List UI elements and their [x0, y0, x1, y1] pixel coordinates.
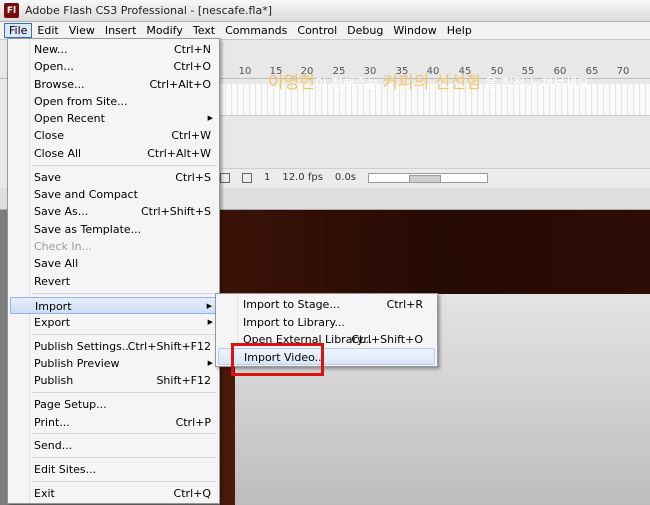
menu-item-close[interactable]: Close Ctrl+W — [10, 127, 217, 144]
menu-separator — [32, 293, 217, 294]
menu-item-save-as[interactable]: Save As... Ctrl+Shift+S — [10, 203, 217, 220]
menu-item-browse[interactable]: Browse... Ctrl+Alt+O — [10, 76, 217, 93]
window-title: Adobe Flash CS3 Professional - [nescafe.… — [25, 4, 272, 17]
submenu-arrow-icon: ▶ — [206, 302, 212, 310]
menu-insert[interactable]: Insert — [100, 23, 142, 38]
banner-text-2: 을 직접 느껴보세요 — [485, 77, 590, 92]
menu-text[interactable]: Text — [188, 23, 220, 38]
menu-separator — [32, 433, 217, 434]
menu-item-print[interactable]: Print... Ctrl+P — [10, 414, 217, 431]
menu-separator — [32, 165, 217, 166]
menu-separator — [32, 457, 217, 458]
menu-item-exit[interactable]: Exit Ctrl+Q — [10, 485, 217, 502]
menu-item-publish-settings[interactable]: Publish Settings... Ctrl+Shift+F12 — [10, 338, 217, 355]
menu-commands[interactable]: Commands — [220, 23, 292, 38]
menu-item-import-to-stage[interactable]: Import to Stage... Ctrl+R — [218, 296, 435, 313]
submenu-arrow-icon: ▶ — [207, 114, 213, 122]
menu-debug[interactable]: Debug — [342, 23, 388, 38]
menu-file[interactable]: File — [4, 23, 33, 38]
menu-item-revert[interactable]: Revert — [10, 273, 217, 290]
menu-item-save-all[interactable]: Save All — [10, 255, 217, 272]
menu-item-open[interactable]: Open... Ctrl+O — [10, 58, 217, 75]
ruler-tick: 70 — [616, 66, 630, 77]
menu-item-close-all[interactable]: Close All Ctrl+Alt+W — [10, 145, 217, 162]
menu-modify[interactable]: Modify — [141, 23, 187, 38]
flash-logo-icon: Fl — [4, 3, 19, 18]
menu-item-new[interactable]: New... Ctrl+N — [10, 41, 217, 58]
menu-item-publish[interactable]: Publish Shift+F12 — [10, 372, 217, 389]
banner-name: 이영헌 — [268, 73, 315, 93]
timeline-status-bar: 1 12.0 fps 0.0s — [220, 168, 650, 186]
menu-view[interactable]: View — [64, 23, 100, 38]
menu-separator — [32, 334, 217, 335]
menu-item-export[interactable]: Export ▶ — [10, 314, 217, 331]
menu-item-save[interactable]: Save Ctrl+S — [10, 169, 217, 186]
menu-item-edit-sites[interactable]: Edit Sites... — [10, 461, 217, 478]
menu-separator — [32, 481, 217, 482]
menu-item-import[interactable]: Import ▶ — [10, 297, 217, 314]
current-frame: 1 — [264, 172, 271, 183]
banner-highlight: 커피의 신선함 — [382, 73, 482, 93]
menu-item-save-as-template[interactable]: Save as Template... — [10, 221, 217, 238]
menu-edit[interactable]: Edit — [32, 23, 63, 38]
stage-banner — [220, 210, 650, 294]
submenu-arrow-icon: ▶ — [207, 318, 213, 326]
menu-separator — [32, 392, 217, 393]
banner-text: 이영헌이 전해주는 커피의 신선함 을 직접 느껴보세요 — [268, 68, 589, 93]
timeline-scrollbar[interactable] — [368, 172, 489, 183]
menu-control[interactable]: Control — [292, 23, 342, 38]
frame-rate: 12.0 fps — [282, 172, 323, 183]
ruler-tick: 10 — [238, 66, 252, 77]
menu-item-publish-preview[interactable]: Publish Preview ▶ — [10, 355, 217, 372]
menu-item-open-from-site[interactable]: Open from Site... — [10, 93, 217, 110]
elapsed-time: 0.0s — [334, 172, 357, 183]
menu-item-check-in: Check In... — [34, 240, 93, 253]
menu-item-page-setup[interactable]: Page Setup... — [10, 396, 217, 413]
center-frame-icon[interactable] — [220, 172, 230, 183]
submenu-arrow-icon: ▶ — [207, 359, 213, 367]
title-bar: Fl Adobe Flash CS3 Professional - [nesca… — [0, 0, 650, 22]
menu-window[interactable]: Window — [388, 23, 441, 38]
file-menu: New... Ctrl+N Open... Ctrl+O Browse... Ctrl… — [7, 38, 220, 504]
menu-item-open-recent[interactable]: Open Recent ▶ — [10, 110, 217, 127]
menu-item-import-to-library[interactable]: Import to Library... — [218, 314, 435, 331]
banner-text-1: 이 전해주는 — [314, 77, 379, 92]
menu-item-save-and-compact[interactable]: Save and Compact — [10, 186, 217, 203]
onion-skin-icon[interactable] — [242, 172, 252, 183]
menu-help[interactable]: Help — [442, 23, 477, 38]
menu-item-send[interactable]: Send... — [10, 437, 217, 454]
callout-box — [231, 343, 324, 376]
